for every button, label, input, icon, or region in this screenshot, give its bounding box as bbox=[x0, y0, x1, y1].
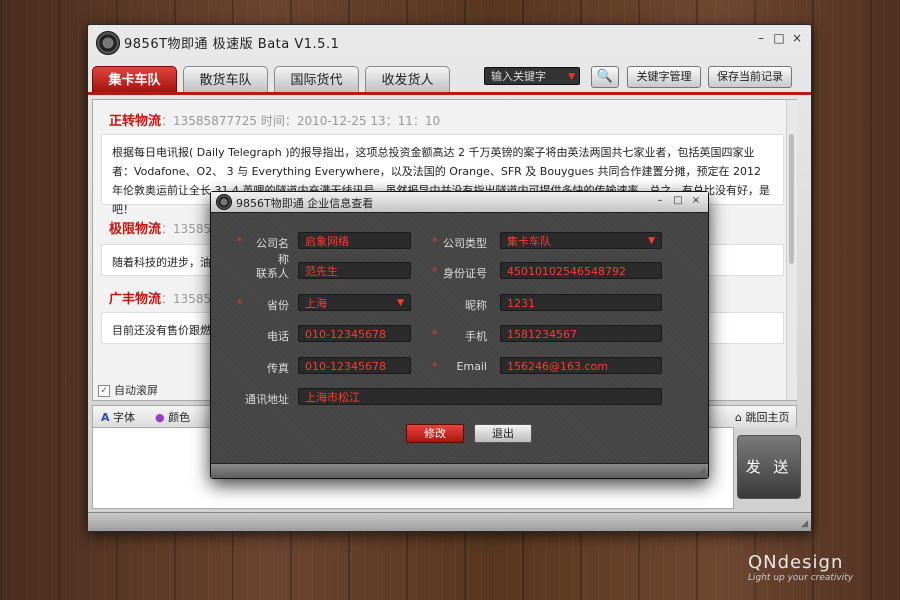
send-button[interactable]: 发 送 bbox=[737, 435, 801, 499]
chevron-down-icon: ▼ bbox=[568, 72, 575, 82]
window-title: 9856T物即通 极速版 Bata V1.5.1 bbox=[124, 37, 340, 52]
autoscroll-label: 自动滚屏 bbox=[114, 384, 158, 397]
home-label: 跳回主页 bbox=[745, 411, 790, 424]
tab-shippers[interactable]: 收发货人 bbox=[365, 66, 450, 94]
required-marker: * bbox=[432, 265, 438, 278]
home-button[interactable]: ⌂ 跳回主页 bbox=[735, 409, 789, 425]
checkbox-checked-icon[interactable]: ✓ bbox=[98, 385, 110, 397]
tab-underline bbox=[88, 92, 811, 95]
message-header: 极限物流：13585 bbox=[109, 218, 211, 237]
address-label: 通讯地址 bbox=[245, 393, 289, 406]
autoscroll-toggle[interactable]: ✓ 自动滚屏 bbox=[98, 382, 158, 398]
province-value: 上海 bbox=[305, 297, 327, 310]
vertical-scrollbar[interactable] bbox=[786, 100, 797, 400]
required-marker: * bbox=[237, 235, 243, 248]
maximize-icon[interactable]: □ bbox=[672, 195, 684, 206]
email-label: Email bbox=[456, 360, 487, 373]
save-record-button[interactable]: 保存当前记录 bbox=[708, 66, 792, 88]
status-bar: ◢ bbox=[88, 512, 811, 531]
email-field[interactable]: 156246@163.com bbox=[500, 357, 662, 374]
search-button[interactable]: 🔍 bbox=[591, 66, 619, 88]
phone-field[interactable]: 010-12345678 bbox=[298, 325, 411, 342]
brand-watermark: QNdesign Light up your creativity bbox=[748, 552, 853, 583]
chevron-down-icon: ▼ bbox=[397, 298, 404, 308]
app-logo-icon bbox=[96, 31, 120, 55]
dialog-title-bar: 9856T物即通 企业信息查看 – □ × bbox=[211, 192, 708, 213]
chevron-down-icon: ▼ bbox=[648, 236, 655, 246]
message-header: 正转物流：13585877725 时间：2010-12-25 13：11：10 bbox=[109, 110, 440, 129]
minimize-icon[interactable]: – bbox=[654, 195, 666, 206]
nickname-field[interactable]: 1231 bbox=[500, 294, 662, 311]
edit-button[interactable]: 修改 bbox=[406, 424, 464, 443]
required-marker: * bbox=[432, 328, 438, 341]
required-marker: * bbox=[432, 235, 438, 248]
color-button[interactable]: ● 颜色 bbox=[155, 409, 190, 425]
company-name[interactable]: 正转物流 bbox=[109, 114, 161, 129]
exit-button[interactable]: 退出 bbox=[474, 424, 532, 443]
app-logo-icon bbox=[216, 194, 232, 210]
phone-label: 电话 bbox=[267, 330, 289, 343]
fax-label: 传真 bbox=[267, 362, 289, 375]
contact-field[interactable]: 范先生 bbox=[298, 262, 411, 279]
tab-bulk-fleet[interactable]: 散货车队 bbox=[183, 66, 268, 94]
search-icon: 🔍 bbox=[596, 69, 614, 84]
dialog-window-controls: – □ × bbox=[654, 195, 702, 206]
mobile-label: 手机 bbox=[465, 330, 487, 343]
company-name[interactable]: 极限物流 bbox=[109, 222, 161, 237]
scroll-thumb[interactable] bbox=[789, 134, 794, 264]
resize-grip-icon[interactable]: ◢ bbox=[698, 466, 705, 476]
minimize-icon[interactable]: – bbox=[755, 31, 767, 45]
company-name-field[interactable]: 启象网络 bbox=[298, 232, 411, 249]
province-select[interactable]: 上海 ▼ bbox=[298, 294, 411, 311]
fax-field[interactable]: 010-12345678 bbox=[298, 357, 411, 374]
contact-label: 联系人 bbox=[256, 267, 289, 280]
title-bar: 9856T物即通 极速版 Bata V1.5.1 – □ × bbox=[88, 25, 811, 61]
tab-intl-forwarding[interactable]: 国际货代 bbox=[274, 66, 359, 94]
color-palette-icon: ● bbox=[155, 411, 165, 424]
message-header: 广丰物流：13585 bbox=[109, 288, 211, 307]
mobile-field[interactable]: 1581234567 bbox=[500, 325, 662, 342]
province-label: 省份 bbox=[267, 299, 289, 312]
company-type-label: 公司类型 bbox=[443, 237, 487, 250]
font-icon: A bbox=[101, 411, 110, 424]
required-marker: * bbox=[432, 360, 438, 373]
id-number-field[interactable]: 45010102546548792 bbox=[500, 262, 662, 279]
close-icon[interactable]: × bbox=[690, 195, 702, 206]
company-info-dialog: 9856T物即通 企业信息查看 – □ × * 公司名称 启象网络 * 公司类型… bbox=[210, 191, 709, 479]
company-name-label: 公司名称 bbox=[256, 237, 289, 266]
dialog-status-bar: ◢ bbox=[211, 463, 708, 478]
message-meta: ：13585 bbox=[161, 222, 212, 236]
message-meta: ：13585 bbox=[161, 292, 212, 306]
keyword-management-button[interactable]: 关键字管理 bbox=[627, 66, 701, 88]
nickname-label: 昵称 bbox=[465, 299, 487, 312]
company-name[interactable]: 广丰物流 bbox=[109, 292, 161, 307]
required-marker: * bbox=[237, 297, 243, 310]
company-type-value: 集卡车队 bbox=[507, 235, 551, 248]
maximize-icon[interactable]: □ bbox=[773, 31, 785, 45]
tab-bar: 集卡车队 散货车队 国际货代 收发货人 bbox=[92, 66, 450, 94]
home-icon: ⌂ bbox=[735, 411, 742, 424]
address-field[interactable]: 上海市松江 bbox=[298, 388, 662, 405]
brand-name: QNdesign bbox=[748, 552, 844, 573]
font-button[interactable]: A 字体 bbox=[101, 409, 135, 425]
company-type-select[interactable]: 集卡车队 ▼ bbox=[500, 232, 662, 249]
resize-grip-icon[interactable]: ◢ bbox=[801, 519, 808, 529]
color-label: 颜色 bbox=[168, 411, 191, 424]
dialog-title: 9856T物即通 企业信息查看 bbox=[236, 197, 374, 210]
tab-container-fleet[interactable]: 集卡车队 bbox=[92, 66, 177, 94]
brand-tagline: Light up your creativity bbox=[748, 573, 854, 583]
keyword-select[interactable]: 输入关键字 ▼ bbox=[484, 67, 580, 85]
keyword-placeholder: 输入关键字 bbox=[491, 70, 546, 83]
close-icon[interactable]: × bbox=[791, 31, 803, 45]
window-controls: – □ × bbox=[755, 31, 803, 45]
message-meta: ：13585877725 时间：2010-12-25 13：11：10 bbox=[161, 114, 441, 128]
font-label: 字体 bbox=[113, 411, 136, 424]
id-number-label: 身份证号 bbox=[443, 267, 487, 280]
